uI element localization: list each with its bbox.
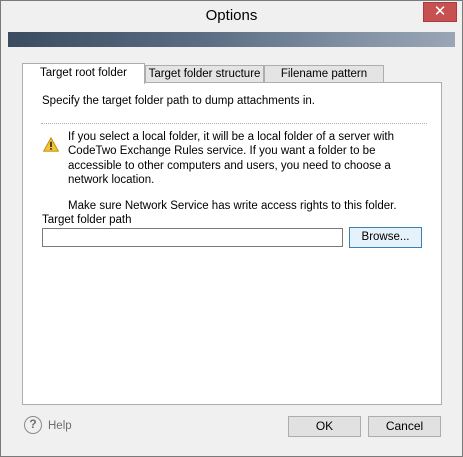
target-folder-path-input[interactable] [42, 228, 343, 247]
warning-paragraph-local-folder: If you select a local folder, it will be… [68, 131, 394, 186]
warning-paragraph-access-rights: Make sure Network Service has write acce… [68, 200, 397, 213]
target-folder-path-label: Target folder path [42, 214, 132, 226]
help-link[interactable]: Help [48, 420, 72, 432]
warning-message: If you select a local folder, it will be… [68, 130, 408, 213]
dotted-separator [41, 123, 427, 124]
help-icon[interactable]: ? [24, 416, 42, 434]
close-button[interactable]: ✕ [423, 2, 457, 22]
cancel-button[interactable]: Cancel [368, 416, 441, 437]
tab-filename-pattern[interactable]: Filename pattern [264, 65, 384, 82]
warning-triangle-icon [43, 137, 59, 152]
panel-description: Specify the target folder path to dump a… [42, 95, 315, 107]
header-banner [8, 32, 455, 47]
tab-panel: Specify the target folder path to dump a… [22, 82, 442, 405]
ok-button[interactable]: OK [288, 416, 361, 437]
title-bar: Options ✕ [1, 1, 462, 32]
tab-target-root-folder[interactable]: Target root folder [22, 63, 145, 84]
browse-button[interactable]: Browse... [349, 227, 422, 248]
options-dialog: Options ✕ Target root folder Target fold… [0, 0, 463, 457]
tab-target-folder-structure[interactable]: Target folder structure [145, 65, 264, 82]
window-title: Options [205, 7, 258, 24]
